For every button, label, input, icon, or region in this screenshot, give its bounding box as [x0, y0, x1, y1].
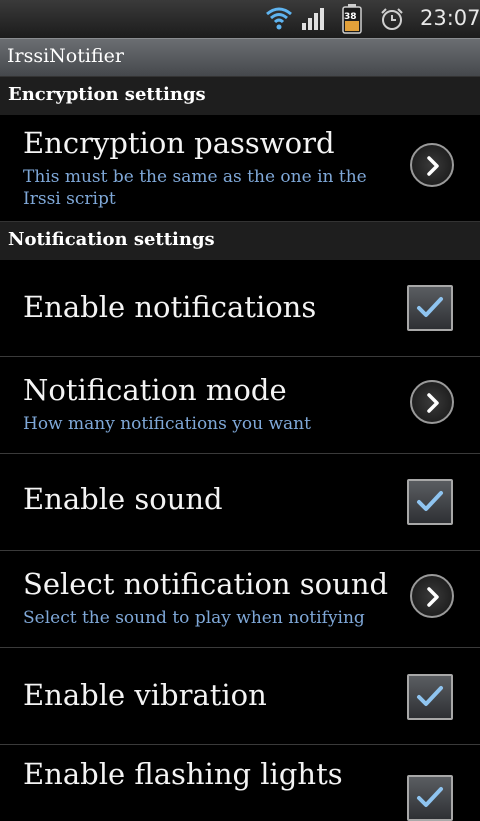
category-encryption-settings: Encryption settings — [0, 76, 480, 115]
pref-enable-flashing-lights[interactable]: Enable flashing lights — [0, 745, 480, 821]
wifi-icon — [265, 5, 293, 35]
checkbox-checked-icon[interactable] — [407, 674, 453, 720]
signal-icon — [302, 6, 328, 34]
pref-title: Enable sound — [23, 482, 223, 516]
pref-summary: This must be the same as the one in the … — [23, 167, 367, 209]
status-time: 23:07 — [420, 6, 480, 30]
battery-level-label: 38 — [344, 12, 357, 22]
chevron-right-icon[interactable] — [410, 143, 454, 187]
category-notification-settings: Notification settings — [0, 221, 480, 260]
app-title: IrssiNotifier — [7, 45, 124, 67]
status-bar: 38 23:07 — [0, 0, 480, 38]
checkbox-checked-icon[interactable] — [407, 775, 453, 821]
pref-title: Enable vibration — [23, 678, 267, 712]
pref-enable-notifications[interactable]: Enable notifications — [0, 260, 480, 357]
pref-summary: Select the sound to play when notifying — [23, 608, 365, 628]
category-label: Encryption settings — [8, 84, 206, 105]
alarm-icon — [380, 7, 404, 35]
pref-summary: How many notifications you want — [23, 414, 311, 434]
chevron-right-icon[interactable] — [410, 574, 454, 618]
pref-title: Notification mode — [23, 373, 287, 407]
pref-enable-vibration[interactable]: Enable vibration — [0, 648, 480, 745]
category-label: Notification settings — [8, 229, 215, 250]
pref-title: Select notification sound — [23, 567, 389, 601]
checkbox-checked-icon[interactable] — [407, 285, 453, 331]
pref-title: Encryption password — [23, 126, 335, 160]
pref-enable-sound[interactable]: Enable sound — [0, 454, 480, 551]
app-title-bar: IrssiNotifier — [0, 38, 480, 77]
pref-title: Enable notifications — [23, 290, 317, 324]
checkbox-checked-icon[interactable] — [407, 479, 453, 525]
pref-title: Enable flashing lights — [23, 757, 343, 791]
chevron-right-icon[interactable] — [410, 380, 454, 424]
pref-notification-mode[interactable]: Notification mode How many notifications… — [0, 357, 480, 454]
battery-icon: 38 — [342, 4, 362, 38]
pref-select-notification-sound[interactable]: Select notification sound Select the sou… — [0, 551, 480, 648]
pref-encryption-password[interactable]: Encryption password This must be the sam… — [0, 114, 480, 221]
